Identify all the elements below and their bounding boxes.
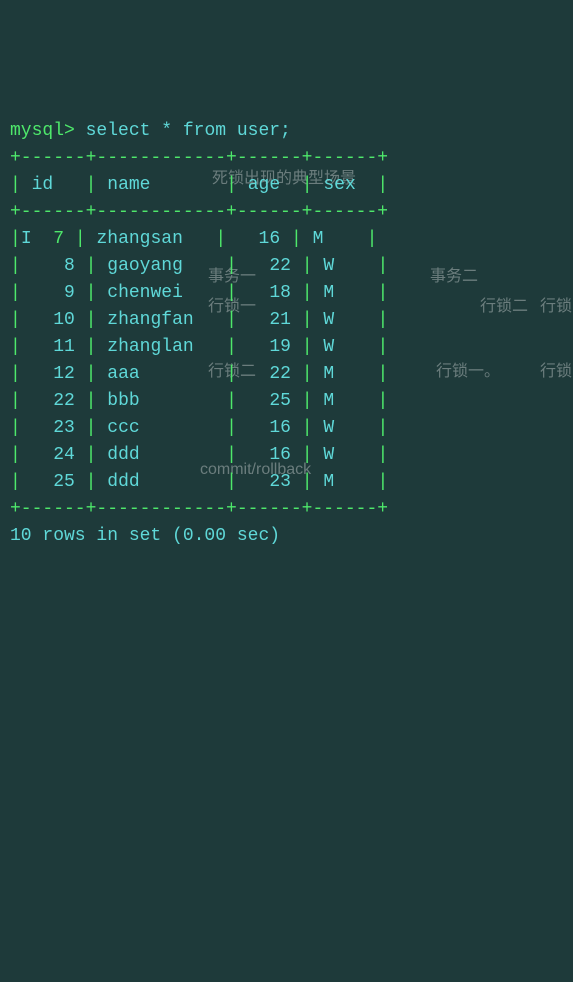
cell-age: 19: [248, 337, 291, 357]
col-header-id: id: [32, 175, 54, 195]
terminal-output: mysql> select * from user; +------+-----…: [10, 118, 563, 550]
cell-id: 8: [32, 256, 75, 276]
cell-sex: W: [323, 418, 366, 438]
cell-age: 25: [248, 391, 291, 411]
cell-sex: W: [323, 337, 366, 357]
cell-sex: M: [323, 472, 366, 492]
table-border-mid: +------+------------+------+------+: [10, 202, 388, 222]
cell-id: 12: [32, 364, 75, 384]
cell-name: gaoyang: [107, 256, 215, 276]
cell-sex: W: [323, 256, 366, 276]
cell-age: 16: [248, 445, 291, 465]
cell-id: 22: [32, 391, 75, 411]
cell-sex: M: [323, 364, 366, 384]
cell-age: 18: [248, 283, 291, 303]
cell-age: 16: [248, 418, 291, 438]
cell-age: 23: [248, 472, 291, 492]
cell-age: 22: [248, 364, 291, 384]
cell-name: chenwei: [107, 283, 215, 303]
cell-name: zhanglan: [107, 337, 215, 357]
cell-name: zhangsan: [96, 229, 204, 249]
cell-age: 21: [248, 310, 291, 330]
cell-name: zhangfan: [107, 310, 215, 330]
table-border-bottom: +------+------------+------+------+: [10, 499, 388, 519]
mysql-prompt: mysql>: [10, 121, 75, 141]
cell-id: 9: [32, 283, 75, 303]
cell-id: 25: [32, 472, 75, 492]
cell-name: ddd: [107, 472, 215, 492]
col-header-age: age: [248, 175, 280, 195]
cell-sex: W: [323, 445, 366, 465]
cell-age: 16: [237, 229, 280, 249]
cell-age: 22: [248, 256, 291, 276]
table-border-top: +------+------------+------+------+: [10, 148, 388, 168]
col-header-name: name: [107, 175, 150, 195]
cell-name: ccc: [107, 418, 215, 438]
cell-sex: M: [323, 391, 366, 411]
cell-id: 24: [32, 445, 75, 465]
cell-id: 10: [32, 310, 75, 330]
cell-id: 23: [32, 418, 75, 438]
cell-sex: M: [313, 229, 356, 249]
cell-id: 11: [32, 337, 75, 357]
cell-sex: M: [323, 283, 366, 303]
cell-name: aaa: [107, 364, 215, 384]
col-header-sex: sex: [323, 175, 355, 195]
result-footer: 10 rows in set (0.00 sec): [10, 526, 280, 546]
cell-sex: W: [323, 310, 366, 330]
sql-command: select * from user;: [86, 121, 291, 141]
cell-name: ddd: [107, 445, 215, 465]
cell-name: bbb: [107, 391, 215, 411]
